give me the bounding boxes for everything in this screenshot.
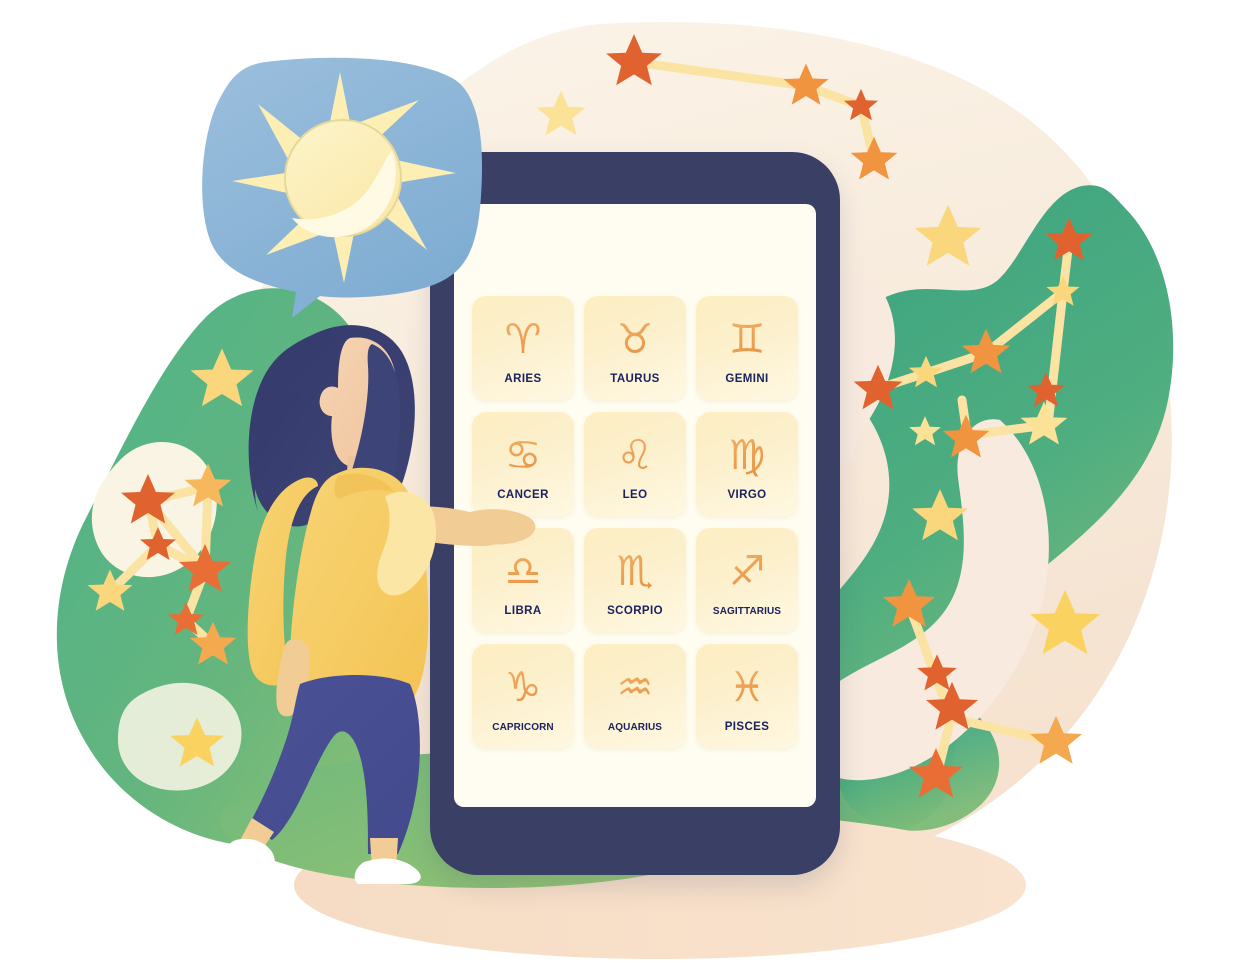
sun-moon-icon [284, 119, 402, 238]
pointing-arm [377, 491, 536, 596]
illustration-canvas: ♈ ARIES ♉ TAURUS ♊ GEMINI ♋ CANCER ♌ LEO… [0, 0, 1247, 980]
character-woman [227, 325, 536, 884]
speech-bubble[interactable] [202, 57, 483, 319]
foreground-artwork [87, 34, 1101, 884]
pants [248, 675, 420, 854]
